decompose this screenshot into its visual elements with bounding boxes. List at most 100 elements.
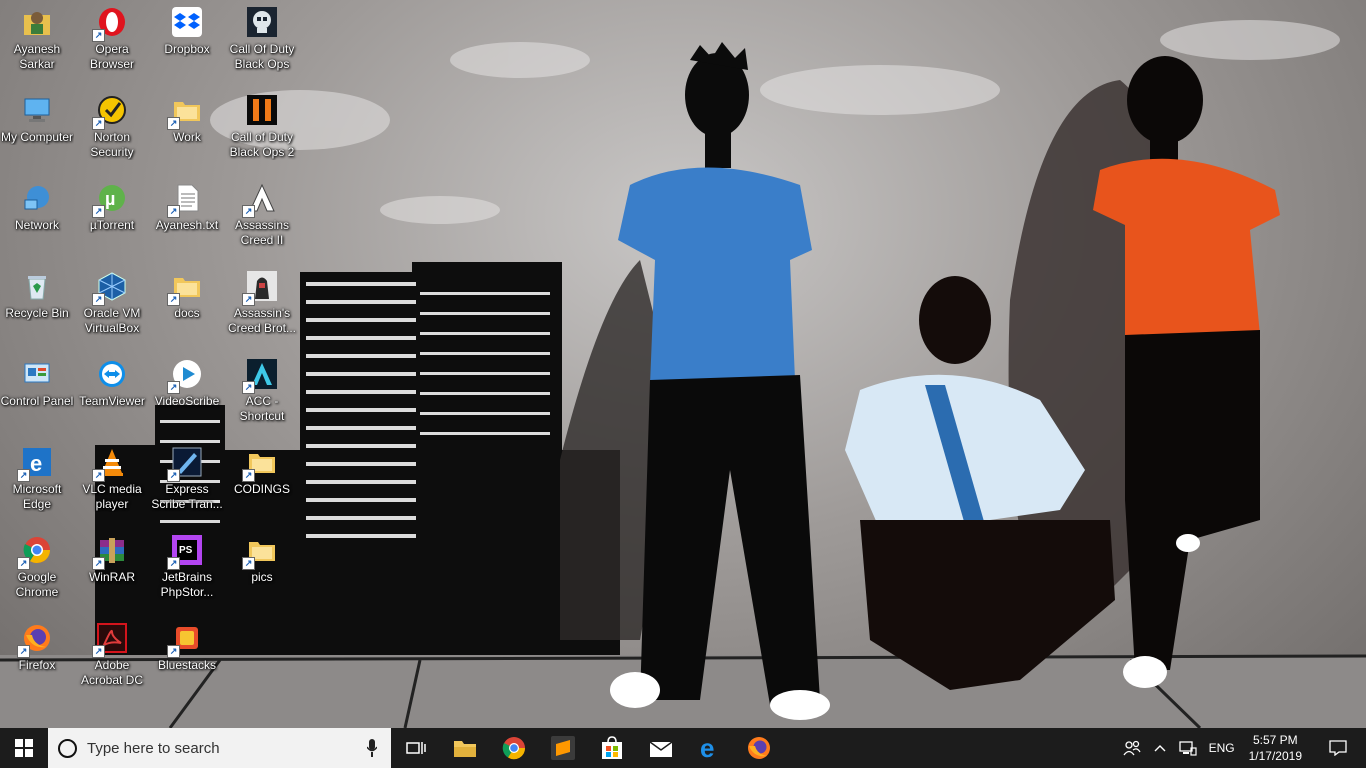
virtualbox-icon: ↗ <box>92 270 128 306</box>
desktop-icon-assassins-creed-brotherhood[interactable]: ↗ Assassin's Creed Brot... <box>225 264 299 350</box>
folder-icon: ↗ <box>167 270 203 306</box>
store-icon <box>601 736 622 759</box>
desktop-icon-recycle-bin[interactable]: Recycle Bin <box>0 264 74 350</box>
desktop-icon-label: Oracle VM VirtualBox <box>83 306 141 335</box>
desktop-icon-utorrent[interactable]: µ ↗ µTorrent <box>75 176 149 262</box>
teamviewer-icon <box>96 358 128 390</box>
recycle-bin-icon <box>21 270 53 302</box>
taskbar-file-explorer[interactable] <box>440 728 489 768</box>
user-folder-icon <box>21 6 53 38</box>
desktop-icon-microsoft-edge[interactable]: e ↗ Microsoft Edge <box>0 440 74 526</box>
desktop-icon-label: Call of Duty Black Ops 2 <box>229 130 295 159</box>
videoscribe-icon: ↗ <box>167 358 203 394</box>
desktop-icon-label: Opera Browser <box>89 42 134 71</box>
desktop-icon-label: CODINGS <box>233 482 290 496</box>
microphone-icon[interactable] <box>367 739 377 757</box>
express-scribe-icon: ↗ <box>167 446 203 482</box>
shortcut-arrow-icon: ↗ <box>167 117 180 130</box>
shortcut-arrow-icon: ↗ <box>17 645 30 658</box>
task-view-icon <box>405 742 426 754</box>
desktop-icon-label: ACC - Shortcut <box>239 394 285 423</box>
desktop-icon-ayanesh-sarkar[interactable]: Ayanesh Sarkar <box>0 0 74 86</box>
desktop-icon-network[interactable]: Network <box>0 176 74 262</box>
desktop-icon-assassins-creed-2[interactable]: ↗ Assassins Creed II <box>225 176 299 262</box>
desktop-icon-docs[interactable]: ↗ docs <box>150 264 224 350</box>
desktop-icon-label: My Computer <box>0 130 74 144</box>
desktop-icon-work[interactable]: ↗ Work <box>150 88 224 174</box>
desktop-icon-google-chrome[interactable]: ↗ Google Chrome <box>0 528 74 614</box>
vlc-icon: ↗ <box>92 446 128 482</box>
desktop-icon-label: VideoScribe <box>154 394 220 408</box>
people-button[interactable] <box>1117 728 1147 768</box>
taskbar-chrome[interactable] <box>489 728 538 768</box>
search-box[interactable]: Type here to search <box>48 728 391 768</box>
desktop-icon-label: Express Scribe Tran... <box>151 482 223 511</box>
taskbar-edge[interactable]: e <box>685 728 734 768</box>
desktop-icon-ayanesh-txt[interactable]: ↗ Ayanesh.txt <box>150 176 224 262</box>
edge-icon: e <box>700 736 714 760</box>
desktop-icon-codings[interactable]: ↗ CODINGS <box>225 440 299 526</box>
shortcut-arrow-icon: ↗ <box>17 469 30 482</box>
desktop-icon-control-panel[interactable]: Control Panel <box>0 352 74 438</box>
shortcut-arrow-icon: ↗ <box>92 205 105 218</box>
action-center-button[interactable] <box>1310 728 1366 768</box>
desktop-icon-adobe-acrobat[interactable]: ↗ Adobe Acrobat DC <box>75 616 149 702</box>
desktop-icon-firefox[interactable]: ↗ Firefox <box>0 616 74 702</box>
edge-icon: e ↗ <box>17 446 53 482</box>
start-button[interactable] <box>0 728 48 768</box>
svg-text:µ: µ <box>105 189 115 209</box>
desktop-icon-express-scribe[interactable]: ↗ Express Scribe Tran... <box>150 440 224 526</box>
desktop-icon-opera[interactable]: ↗ Opera Browser <box>75 0 149 86</box>
desktop-icon-label: pics <box>251 570 273 584</box>
desktop-icon-label: Work <box>173 130 201 144</box>
desktop-icon-label: TeamViewer <box>79 394 145 408</box>
windows-logo-icon <box>15 739 33 757</box>
desktop-icon-vlc[interactable]: ↗ VLC media player <box>75 440 149 526</box>
desktop-icon-pics[interactable]: ↗ pics <box>225 528 299 614</box>
desktop-icon-label: Ayanesh.txt <box>155 218 219 232</box>
desktop-icon-virtualbox[interactable]: ↗ Oracle VM VirtualBox <box>75 264 149 350</box>
desktop-icon-teamviewer[interactable]: TeamViewer <box>75 352 149 438</box>
shortcut-arrow-icon: ↗ <box>92 645 105 658</box>
shortcut-arrow-icon: ↗ <box>242 557 255 570</box>
chevron-up-icon <box>1154 745 1166 752</box>
desktop-icon-cod-black-ops-2[interactable]: Call of Duty Black Ops 2 <box>225 88 299 174</box>
taskbar-mail[interactable] <box>636 728 685 768</box>
desktop-icon-acc-shortcut[interactable]: ↗ ACC - Shortcut <box>225 352 299 438</box>
network-ethernet-icon <box>1178 741 1197 756</box>
phpstorm-icon: PS ↗ <box>167 534 203 570</box>
desktop-icon-label: JetBrains PhpStor... <box>160 570 214 599</box>
desktop-icon-phpstorm[interactable]: PS ↗ JetBrains PhpStor... <box>150 528 224 614</box>
assassins-creed-icon: ↗ <box>242 182 278 218</box>
svg-text:PS: PS <box>179 545 193 556</box>
taskbar-sublime-text[interactable] <box>538 728 587 768</box>
language-indicator[interactable]: ENG <box>1203 728 1241 768</box>
shortcut-arrow-icon: ↗ <box>167 645 180 658</box>
dropbox-icon <box>171 6 203 38</box>
clock-date: 1/17/2019 <box>1248 749 1302 763</box>
desktop-icon-label: Adobe Acrobat DC <box>80 658 144 687</box>
desktop-icon-winrar[interactable]: ↗ WinRAR <box>75 528 149 614</box>
desktop-icon-my-computer[interactable]: My Computer <box>0 88 74 174</box>
svg-text:e: e <box>700 736 714 760</box>
desktop-icon-bluestacks[interactable]: ↗ Bluestacks <box>150 616 224 702</box>
desktop-icon-dropbox[interactable]: Dropbox <box>150 0 224 86</box>
shortcut-arrow-icon: ↗ <box>242 381 255 394</box>
folder-icon: ↗ <box>167 94 203 130</box>
norton-icon: ↗ <box>92 94 128 130</box>
desktop-icon-cod-black-ops[interactable]: Call Of Duty Black Ops <box>225 0 299 86</box>
sublime-icon <box>550 736 575 760</box>
show-hidden-icons-button[interactable] <box>1147 728 1173 768</box>
system-tray: ENG 5:57 PM 1/17/2019 <box>1117 728 1366 768</box>
winrar-icon: ↗ <box>92 534 128 570</box>
desktop-icon-videoscribe[interactable]: ↗ VideoScribe <box>150 352 224 438</box>
assassins-creed-brotherhood-icon: ↗ <box>242 270 278 306</box>
desktop-icon-label: Control Panel <box>0 394 74 408</box>
shortcut-arrow-icon: ↗ <box>167 381 180 394</box>
desktop-icon-norton-security[interactable]: ↗ Norton Security <box>75 88 149 174</box>
taskbar-store[interactable] <box>587 728 636 768</box>
network-button[interactable] <box>1173 728 1203 768</box>
clock[interactable]: 5:57 PM 1/17/2019 <box>1241 728 1310 768</box>
task-view-button[interactable] <box>391 728 440 768</box>
taskbar-firefox[interactable] <box>734 728 783 768</box>
